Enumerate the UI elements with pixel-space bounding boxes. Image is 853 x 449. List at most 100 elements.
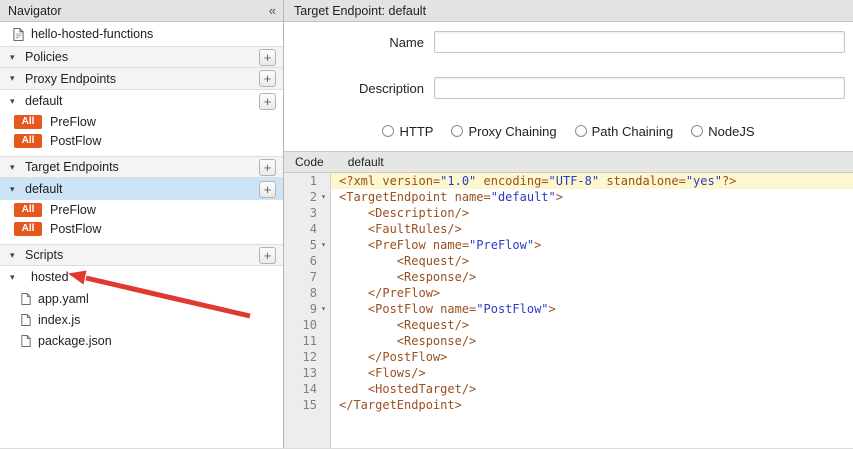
code-gutter: 12▾345▾6789▾101112131415 bbox=[284, 173, 331, 448]
add-script-button[interactable]: + bbox=[259, 247, 276, 264]
proxy-endpoint-default[interactable]: ▾ default + bbox=[0, 90, 283, 112]
gutter-line-number[interactable]: 13 bbox=[284, 365, 330, 381]
disclosure-triangle-icon[interactable]: ▾ bbox=[10, 73, 19, 84]
code-fold-icon[interactable]: ▾ bbox=[317, 189, 330, 205]
code-fold-icon[interactable] bbox=[317, 317, 330, 333]
detail-header-title: Target Endpoint: default bbox=[294, 4, 845, 18]
folder-label: hosted bbox=[31, 270, 69, 284]
gutter-line-number[interactable]: 14 bbox=[284, 381, 330, 397]
code-fold-icon[interactable] bbox=[317, 285, 330, 301]
gutter-line-number[interactable]: 2▾ bbox=[284, 189, 330, 205]
script-file-app-yaml[interactable]: app.yaml bbox=[0, 288, 283, 309]
code-fold-icon[interactable] bbox=[317, 333, 330, 349]
gutter-line-number[interactable]: 6 bbox=[284, 253, 330, 269]
target-endpoint-default[interactable]: ▾ default + bbox=[0, 178, 283, 200]
script-file-index-js[interactable]: index.js bbox=[0, 309, 283, 330]
section-target-endpoints[interactable]: ▾ Target Endpoints + bbox=[0, 156, 283, 178]
disclosure-triangle-icon[interactable]: ▾ bbox=[10, 96, 19, 107]
code-fold-icon[interactable]: ▾ bbox=[317, 301, 330, 317]
section-policies[interactable]: ▾ Policies + bbox=[0, 46, 283, 68]
radio-button-icon[interactable] bbox=[382, 125, 394, 137]
radio-http-label: HTTP bbox=[399, 124, 433, 139]
code-lines[interactable]: <?xml version="1.0" encoding="UTF-8" sta… bbox=[331, 173, 853, 448]
target-preflow-item[interactable]: All PreFlow bbox=[0, 200, 283, 219]
navigator-panel: Navigator « hello-hosted-functions ▾ Pol… bbox=[0, 0, 284, 448]
code-line[interactable]: </PreFlow> bbox=[339, 285, 853, 301]
radio-button-icon[interactable] bbox=[691, 125, 703, 137]
radio-proxy-chaining[interactable]: Proxy Chaining bbox=[451, 124, 556, 139]
section-proxy-endpoints[interactable]: ▾ Proxy Endpoints + bbox=[0, 68, 283, 90]
radio-button-icon[interactable] bbox=[575, 125, 587, 137]
scripts-folder-hosted[interactable]: ▾ hosted bbox=[0, 266, 283, 288]
code-line[interactable]: <PreFlow name="PreFlow"> bbox=[339, 237, 853, 253]
gutter-line-number[interactable]: 5▾ bbox=[284, 237, 330, 253]
code-line[interactable]: <Description/> bbox=[339, 205, 853, 221]
code-fold-icon[interactable] bbox=[317, 205, 330, 221]
disclosure-triangle-icon[interactable]: ▾ bbox=[10, 162, 19, 173]
script-file-package-json[interactable]: package.json bbox=[0, 330, 283, 351]
description-input[interactable] bbox=[434, 77, 845, 99]
disclosure-triangle-icon[interactable]: ▾ bbox=[10, 184, 19, 195]
collapse-panel-icon[interactable]: « bbox=[269, 3, 275, 18]
detail-panel: Target Endpoint: default Name Descriptio… bbox=[284, 0, 853, 448]
name-input[interactable] bbox=[434, 31, 845, 53]
code-line[interactable]: <FaultRules/> bbox=[339, 221, 853, 237]
code-fold-icon[interactable] bbox=[317, 349, 330, 365]
code-tab-label[interactable]: Code bbox=[295, 155, 324, 169]
code-fold-icon[interactable] bbox=[317, 253, 330, 269]
code-line[interactable]: <Request/> bbox=[339, 253, 853, 269]
code-line[interactable]: <?xml version="1.0" encoding="UTF-8" sta… bbox=[331, 173, 853, 189]
gutter-line-number[interactable]: 9▾ bbox=[284, 301, 330, 317]
radio-proxy-chaining-label: Proxy Chaining bbox=[468, 124, 556, 139]
gutter-line-number[interactable]: 4 bbox=[284, 221, 330, 237]
gutter-line-number[interactable]: 3 bbox=[284, 205, 330, 221]
code-editor[interactable]: 12▾345▾6789▾101112131415 <?xml version="… bbox=[284, 173, 853, 448]
section-scripts[interactable]: ▾ Scripts + bbox=[0, 244, 283, 266]
code-line[interactable]: <HostedTarget/> bbox=[339, 381, 853, 397]
proxy-postflow-item[interactable]: All PostFlow bbox=[0, 131, 283, 150]
target-postflow-item[interactable]: All PostFlow bbox=[0, 219, 283, 238]
code-fold-icon[interactable]: ▾ bbox=[317, 237, 330, 253]
add-proxy-flow-button[interactable]: + bbox=[259, 93, 276, 110]
radio-nodejs[interactable]: NodeJS bbox=[691, 124, 754, 139]
radio-http[interactable]: HTTP bbox=[382, 124, 433, 139]
gutter-line-number[interactable]: 1 bbox=[284, 173, 330, 189]
code-line[interactable]: </TargetEndpoint> bbox=[339, 397, 853, 413]
proxy-preflow-item[interactable]: All PreFlow bbox=[0, 112, 283, 131]
gutter-line-number[interactable]: 8 bbox=[284, 285, 330, 301]
gutter-line-number[interactable]: 7 bbox=[284, 269, 330, 285]
add-target-flow-button[interactable]: + bbox=[259, 181, 276, 198]
code-fold-icon[interactable] bbox=[317, 221, 330, 237]
section-proxy-endpoints-label: Proxy Endpoints bbox=[25, 72, 259, 86]
code-fold-icon[interactable] bbox=[317, 173, 330, 189]
proxy-endpoint-name: default bbox=[25, 94, 259, 108]
code-line[interactable]: <Response/> bbox=[339, 269, 853, 285]
gutter-line-number[interactable]: 10 bbox=[284, 317, 330, 333]
gutter-line-number[interactable]: 12 bbox=[284, 349, 330, 365]
add-target-endpoint-button[interactable]: + bbox=[259, 159, 276, 176]
apigee-proxy-editor: Navigator « hello-hosted-functions ▾ Pol… bbox=[0, 0, 853, 449]
tree-item-proxy-bundle[interactable]: hello-hosted-functions bbox=[0, 22, 283, 46]
code-fold-icon[interactable] bbox=[317, 269, 330, 285]
radio-button-icon[interactable] bbox=[451, 125, 463, 137]
disclosure-triangle-icon[interactable]: ▾ bbox=[10, 272, 19, 283]
gutter-line-number[interactable]: 11 bbox=[284, 333, 330, 349]
disclosure-triangle-icon[interactable]: ▾ bbox=[10, 250, 19, 261]
code-fold-icon[interactable] bbox=[317, 365, 330, 381]
code-line[interactable]: <TargetEndpoint name="default"> bbox=[339, 189, 853, 205]
add-policy-button[interactable]: + bbox=[259, 49, 276, 66]
disclosure-triangle-icon[interactable]: ▾ bbox=[10, 52, 19, 63]
code-line[interactable]: <Response/> bbox=[339, 333, 853, 349]
code-fold-icon[interactable] bbox=[317, 397, 330, 413]
radio-path-chaining-label: Path Chaining bbox=[592, 124, 674, 139]
add-proxy-endpoint-button[interactable]: + bbox=[259, 70, 276, 87]
code-line[interactable]: </PostFlow> bbox=[339, 349, 853, 365]
code-line[interactable]: <Request/> bbox=[339, 317, 853, 333]
target-endpoint-name: default bbox=[25, 182, 259, 196]
gutter-line-number[interactable]: 15 bbox=[284, 397, 330, 413]
code-line[interactable]: <Flows/> bbox=[339, 365, 853, 381]
radio-path-chaining[interactable]: Path Chaining bbox=[575, 124, 674, 139]
code-fold-icon[interactable] bbox=[317, 381, 330, 397]
navigator-header: Navigator « bbox=[0, 0, 283, 22]
code-line[interactable]: <PostFlow name="PostFlow"> bbox=[339, 301, 853, 317]
